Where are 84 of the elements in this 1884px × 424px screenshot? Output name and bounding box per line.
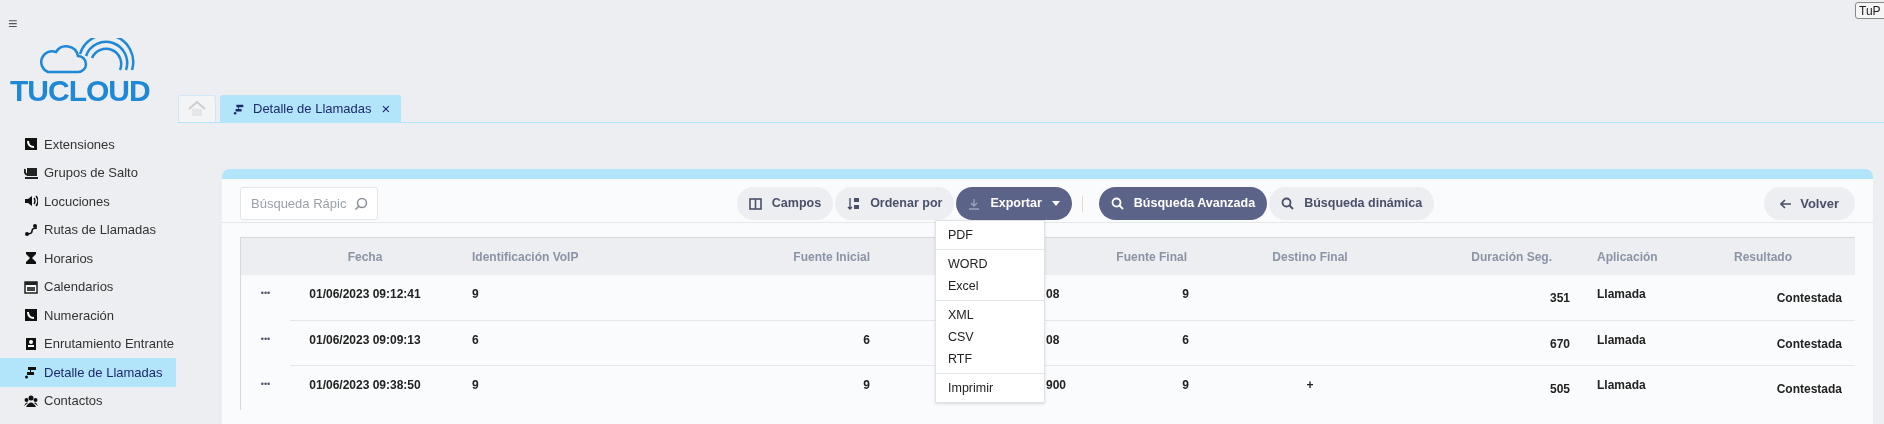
table-cell-text: 9 (1182, 286, 1189, 303)
handset-icon (24, 365, 38, 380)
toolbar-button[interactable]: Búsqueda dinámica (1269, 187, 1435, 220)
table-cell-text: 9 (1182, 377, 1189, 394)
toolbar-button[interactable]: Campos (736, 187, 834, 220)
menu-item[interactable]: Imprimir (936, 377, 1044, 399)
logo-text: TUCLOUD (10, 74, 151, 108)
table-cell-text: Llamada (1597, 377, 1646, 394)
column-header: Fecha (347, 248, 383, 266)
table-cell-text: 670 (1549, 336, 1570, 353)
table-cell-text: 505 (1549, 381, 1570, 398)
sidebar-item[interactable]: Detalle de Llamadas (0, 358, 176, 387)
menu-button[interactable]: ≡ (8, 16, 18, 32)
computer-icon (24, 165, 38, 180)
home-icon (188, 101, 206, 117)
column-header: Aplicación (1597, 248, 1658, 266)
tab[interactable]: Detalle de Llamadas × (220, 95, 402, 122)
table-cell-text: 900 (1046, 377, 1067, 394)
menu-item[interactable]: WORD (936, 253, 1044, 275)
back-button[interactable]: Volver (1764, 187, 1855, 220)
menu-item[interactable]: PDF (936, 224, 1044, 246)
search-icon (354, 197, 368, 211)
route-icon (24, 222, 38, 237)
table-cell-text: 01/06/2023 09:09:13 (309, 332, 421, 349)
table-cell-text: + (1306, 377, 1314, 394)
column-header: Destino Final (1272, 248, 1348, 266)
table-cell-text: Llamada (1597, 286, 1646, 303)
columns-icon (748, 197, 762, 210)
menu-item[interactable]: CSV (936, 326, 1044, 348)
phone-icon (24, 308, 38, 323)
column-header: Identificación VoIP (472, 248, 579, 266)
close-icon[interactable]: × (381, 97, 391, 121)
contact-card-icon (24, 336, 38, 351)
calendar-icon (24, 279, 38, 294)
table-cell-text: 01/06/2023 09:38:50 (309, 377, 421, 394)
sort-icon (847, 197, 861, 210)
toolbar-button[interactable]: Búsqueda Avanzada (1098, 187, 1268, 220)
menu-item[interactable]: Excel (936, 275, 1044, 297)
sidebar-item[interactable]: Rutas de Llamadas (0, 215, 176, 244)
speaker-icon (24, 194, 38, 209)
menu-item[interactable]: RTF (936, 348, 1044, 370)
sidebar-item[interactable]: Extensiones (0, 130, 176, 159)
table-cell-text: 01/06/2023 09:12:41 (309, 286, 421, 303)
sidebar-item[interactable]: Horarios (0, 244, 176, 273)
table-cell-text: Contestada (1776, 336, 1842, 353)
sidebar-item[interactable]: Grupos de Salto (0, 158, 176, 187)
table-cell-text: 9 (472, 286, 479, 303)
table-cell-text: Contestada (1776, 381, 1842, 398)
column-header: Duración Seg. (1471, 248, 1552, 266)
menu-item[interactable]: XML (936, 304, 1044, 326)
arrow-left-icon (1780, 198, 1793, 209)
sidebar-item[interactable]: Contactos (0, 386, 176, 415)
column-header: Fuente Final (1116, 248, 1187, 266)
table-cell-text: 351 (1549, 290, 1570, 307)
users-icon (24, 393, 38, 408)
table-cell-text: 08 (1046, 332, 1060, 349)
sidebar-item[interactable]: Locuciones (0, 187, 176, 216)
phone-icon (24, 137, 38, 152)
sidebar-item[interactable]: Numeración (0, 301, 176, 330)
download-icon (968, 197, 981, 210)
table-cell-text: 6 (472, 332, 479, 349)
toolbar-button[interactable]: Exportar (956, 187, 1072, 220)
search-icon (1281, 197, 1295, 210)
table-cell-text: Llamada (1597, 332, 1646, 349)
table-cell-text: 9 (863, 377, 870, 394)
corner-button[interactable]: TuP (1855, 2, 1884, 19)
sidebar-item[interactable]: Calendarios (0, 272, 176, 301)
table-cell-text: 6 (1182, 332, 1189, 349)
more-button[interactable]: ••• (241, 366, 290, 390)
table-cell-text: 9 (472, 377, 479, 394)
home-tab[interactable] (178, 95, 216, 122)
table-cell-text: Contestada (1776, 290, 1842, 307)
toolbar-button[interactable]: Ordenar por (835, 187, 955, 220)
tab-label: Detalle de Llamadas (253, 100, 372, 119)
column-header: Resultado (1734, 248, 1792, 266)
sidebar-item[interactable]: Enrutamiento Entrante (0, 329, 176, 358)
column-header: Fuente Inicial (793, 248, 870, 266)
search-icon (1110, 197, 1124, 210)
more-button[interactable]: ••• (241, 275, 290, 299)
hourglass-icon (24, 251, 38, 266)
table-cell-text: 08 (1046, 286, 1060, 303)
more-button[interactable]: ••• (241, 321, 290, 345)
search-field[interactable]: Búsqueda Rápic (240, 187, 378, 220)
table-cell-text: 6 (863, 332, 870, 349)
